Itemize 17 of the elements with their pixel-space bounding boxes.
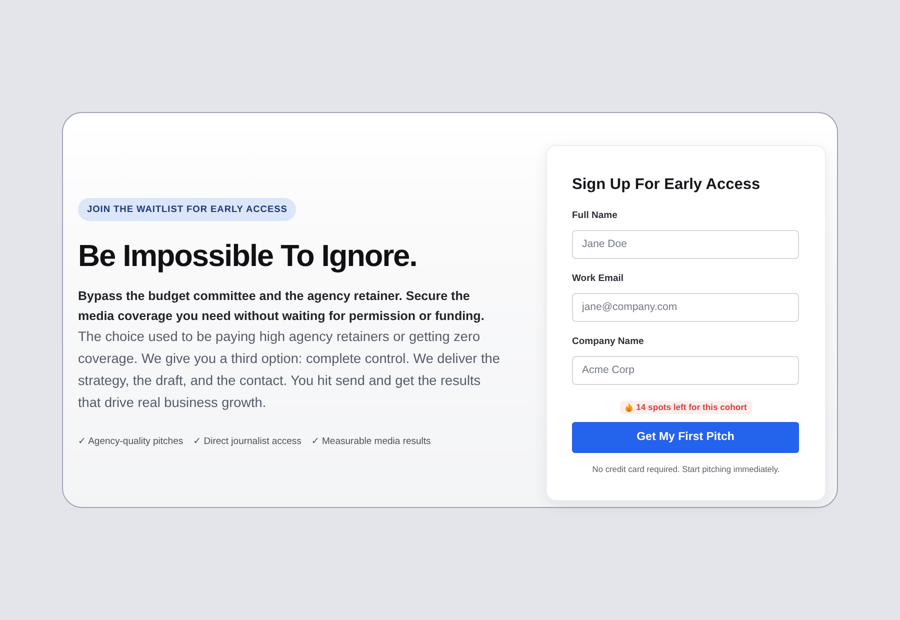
text-input[interactable]: Acme Corp [572,356,799,384]
field-label: Work Email [572,272,624,284]
field-label: Company Name [572,336,644,348]
feature-item: ✓ Measurable media results [311,436,431,448]
submit-button[interactable]: Get My First Pitch [572,422,799,452]
hero-description: Bypass the budget committee and the agency retainer. Secure the media coverage you need without waiting for permission or funding. The choice used to be paying high agency retainers or getting zero coverage. We give you a third option: complete control. We deliver the strategy, the draft, and the contact. You hit send and get the results that drive real business growth. [78,288,501,412]
feature-item: ✓ Direct journalist access [193,436,302,448]
form-title: Sign Up For Early Access [572,174,762,194]
scarcity-text: 14 spots left for this cohort [636,402,747,412]
text-input[interactable]: jane@company.com [572,292,799,322]
text-input[interactable]: Jane Doe [572,230,799,258]
field-label: Full Name [572,210,618,222]
flame-icon [625,402,634,412]
waitlist-badge: JOIN THE WAITLIST FOR EARLY ACCESS [78,198,296,220]
form-note: No credit card required. Start pitching immediately. [592,464,780,474]
hero-heading: Be Impossible To Ignore. [78,238,417,274]
feature-item: ✓ Agency-quality pitches [78,436,184,448]
